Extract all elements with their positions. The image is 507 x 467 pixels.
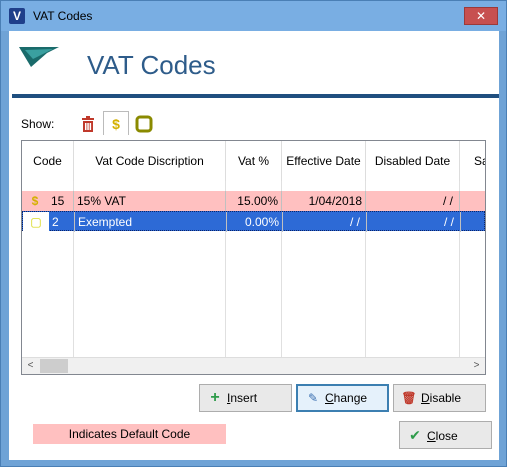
column-header-code[interactable]: Code xyxy=(22,141,74,181)
default-code-legend: Indicates Default Code xyxy=(33,424,226,444)
vat-percent-cell: 15.00% xyxy=(226,191,282,211)
square-outline-icon xyxy=(135,115,153,133)
description-cell: 15% VAT xyxy=(74,191,226,211)
brand-logo-icon xyxy=(19,47,59,67)
page-title: VAT Codes xyxy=(87,50,216,80)
column-header-vat-percent[interactable]: Vat % xyxy=(226,141,282,181)
plus-icon: + xyxy=(210,389,220,406)
filter-default-button[interactable]: $ xyxy=(103,111,129,135)
title-bar: V VAT Codes ✕ xyxy=(1,1,506,31)
column-header-sa[interactable]: Sa xyxy=(460,141,485,181)
scroll-left-button[interactable]: < xyxy=(22,358,39,374)
grid-header: Code Vat Code Discription Vat % Effectiv… xyxy=(22,141,485,181)
trash-icon: 🗑 xyxy=(401,391,417,405)
default-dollar-icon: $ xyxy=(31,194,39,208)
column-header-effective-date[interactable]: Effective Date xyxy=(282,141,366,181)
show-label: Show: xyxy=(21,117,55,131)
close-button[interactable]: ✔ Close xyxy=(399,421,492,449)
pencil-icon: ✎ xyxy=(307,391,319,405)
grid-body: $ 15 15% VAT 15.00% 1/04/2018 / / ▢ 2 Ex… xyxy=(22,181,485,359)
filter-disabled-button[interactable] xyxy=(75,111,101,135)
dollar-icon: $ xyxy=(112,116,120,132)
code-cell: 2 xyxy=(49,212,75,232)
horizontal-scrollbar[interactable]: < > xyxy=(22,357,485,374)
change-button[interactable]: ✎ Change xyxy=(296,384,389,412)
vat-codes-grid: Code Vat Code Discription Vat % Effectiv… xyxy=(21,140,486,375)
column-header-description[interactable]: Vat Code Discription xyxy=(74,141,226,181)
app-logo-icon: V xyxy=(9,8,25,24)
table-row[interactable]: $ 15 15% VAT 15.00% 1/04/2018 / / xyxy=(22,191,485,211)
disable-button[interactable]: 🗑 Disable xyxy=(393,384,486,412)
effective-date-cell: 1/04/2018 xyxy=(282,191,366,211)
vat-percent-cell: 0.00% xyxy=(227,212,283,232)
active-square-icon: ▢ xyxy=(23,212,49,232)
header-divider xyxy=(12,94,499,98)
window-close-button[interactable]: ✕ xyxy=(464,7,498,25)
header-band: VAT Codes xyxy=(9,31,499,94)
filter-active-button[interactable] xyxy=(131,111,157,135)
column-header-disabled-date[interactable]: Disabled Date xyxy=(366,141,460,181)
window-client: VAT Codes Show: $ Code Vat Code Discript… xyxy=(9,31,499,460)
vat-codes-window: V VAT Codes ✕ VAT Codes Show: $ Code Vat… xyxy=(0,0,507,467)
disabled-date-cell: / / xyxy=(366,191,460,211)
window-title: VAT Codes xyxy=(33,9,93,23)
checkmark-icon: ✔ xyxy=(409,427,421,443)
effective-date-cell: / / xyxy=(283,212,367,232)
trash-icon xyxy=(82,115,94,132)
scroll-thumb[interactable] xyxy=(40,359,68,373)
insert-button[interactable]: + Insert xyxy=(199,384,292,412)
table-row-selected[interactable]: ▢ 2 Exempted 0.00% / / / / xyxy=(22,211,485,232)
disabled-date-cell: / / xyxy=(367,212,461,232)
description-cell: Exempted xyxy=(75,212,227,232)
code-cell: 15 xyxy=(48,191,74,211)
scroll-right-button[interactable]: > xyxy=(468,358,485,374)
